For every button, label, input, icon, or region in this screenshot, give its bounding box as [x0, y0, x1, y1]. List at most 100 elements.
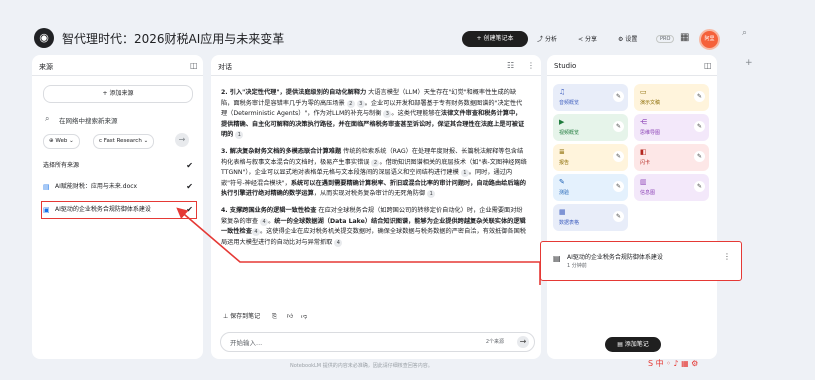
- studio-tile-label: 音频概览: [559, 100, 580, 106]
- more-icon[interactable]: ⋮: [527, 61, 535, 70]
- studio-tile[interactable]: ▥ 信息图 ✎: [634, 174, 709, 201]
- sources-header: 来源: [39, 63, 53, 71]
- analytics-button[interactable]: ⤴ 分析: [537, 34, 557, 43]
- chat-input-placeholder: 开始输入...: [230, 339, 263, 347]
- studio-tile-label: 数据表格: [559, 220, 580, 226]
- source-item-highlighted[interactable]: ▣ AI驱动的企业税务合规防御体系建设 ✔: [41, 201, 197, 219]
- settings-button[interactable]: ⚙ 设置: [618, 34, 637, 43]
- edit-icon[interactable]: ✎: [694, 121, 705, 132]
- edit-icon[interactable]: ✎: [613, 151, 624, 162]
- doc-icon: ▤: [43, 183, 50, 191]
- note-timestamp: 1 分钟前: [567, 263, 587, 269]
- citation-chip[interactable]: 1: [235, 131, 244, 140]
- notebook-title[interactable]: 智代理时代：2026财税AI应用与未来变革: [62, 30, 284, 47]
- save-to-note-button[interactable]: ⊥ 保存到笔记: [223, 313, 260, 320]
- settings-label: 设置: [625, 36, 638, 43]
- analytics-label: 分析: [544, 36, 557, 43]
- select-all-row[interactable]: 选择所有来源 ✔: [43, 159, 195, 173]
- search-icon: ⌕: [45, 114, 50, 123]
- checkbox-icon[interactable]: ✔: [186, 180, 193, 194]
- note-title: AI驱动的企业税务合规防御体系建设: [567, 254, 663, 261]
- edit-icon[interactable]: ✎: [694, 151, 705, 162]
- checkbox-icon[interactable]: ✔: [186, 203, 193, 217]
- add-note-button[interactable]: ▤ 添加笔记: [605, 337, 661, 352]
- notebooklm-logo-icon: ◉: [34, 28, 54, 48]
- studio-tile[interactable]: ✎ 测验 ✎: [553, 174, 628, 201]
- research-chip-label: Fast Research: [103, 138, 142, 144]
- pin-icon: ⊥: [223, 313, 229, 320]
- edit-icon[interactable]: ✎: [613, 211, 624, 222]
- audio-icon: ♫: [559, 88, 566, 96]
- note-icon: ▤: [553, 254, 561, 263]
- table-icon: ▦: [559, 208, 566, 216]
- copy-icon[interactable]: ⎘: [272, 313, 277, 320]
- divider: [32, 75, 203, 76]
- studio-tile[interactable]: ♫ 音频概览 ✎: [553, 84, 628, 111]
- tune-icon[interactable]: ☷: [507, 61, 514, 70]
- note-icon: ▣: [43, 206, 50, 214]
- studio-panel: Studio ◫ ♫ 音频概览 ✎ ▭ 演示文稿 ✎ ▶ 视频概览 ✎ ⋲ 思维导图 ✎ ≣ 报告 ✎ ◧ 闪卡…: [540, 55, 742, 359]
- citation-chip[interactable]: 1: [427, 190, 436, 199]
- citation-chip[interactable]: 4: [260, 217, 269, 226]
- edit-icon[interactable]: ✎: [613, 181, 624, 192]
- gear-icon: ⚙: [618, 36, 624, 43]
- source-count: 2个来源: [485, 339, 504, 345]
- send-button[interactable]: →: [517, 336, 529, 348]
- collapse-panel-icon[interactable]: ◫: [190, 61, 198, 70]
- thumbs-up-icon[interactable]: 👍︎: [287, 313, 293, 320]
- studio-tile[interactable]: ▦ 数据表格 ✎: [553, 204, 628, 231]
- edit-icon[interactable]: ✎: [613, 121, 624, 132]
- sources-panel: 来源 ◫ + 添加来源 ⌕ 在网络中搜索新来源 ⊕ Web ⌄ ᴄ Fast R…: [32, 55, 203, 359]
- studio-tile[interactable]: ≣ 报告 ✎: [553, 144, 628, 171]
- source-item[interactable]: ▤ AI赋能财税：应用与未来.docx ✔: [43, 180, 195, 194]
- citation-chip[interactable]: 2: [346, 99, 355, 108]
- pro-badge: PRO: [656, 35, 675, 43]
- globe-icon: ⊕: [49, 138, 54, 144]
- edit-icon[interactable]: ✎: [613, 91, 624, 102]
- avatar[interactable]: 阿里: [699, 29, 720, 50]
- edit-icon[interactable]: ✎: [694, 91, 705, 102]
- source-search-box[interactable]: ⌕ 在网络中搜索新来源 ⊕ Web ⌄ ᴄ Fast Research ⌄ →: [43, 112, 191, 160]
- studio-tile-label: 思维导图: [640, 130, 661, 136]
- research-chip[interactable]: ᴄ Fast Research ⌄: [93, 134, 155, 149]
- web-chip[interactable]: ⊕ Web ⌄: [43, 134, 80, 149]
- slides-icon: ▭: [640, 88, 647, 96]
- share-label: 分享: [584, 36, 597, 43]
- source-item-label: AI驱动的企业税务合规防御体系建设: [55, 206, 151, 213]
- studio-tile[interactable]: ◧ 闪卡 ✎: [634, 144, 709, 171]
- citation-chip[interactable]: 3: [356, 99, 365, 108]
- save-to-note-label: 保存到笔记: [230, 313, 261, 320]
- saved-note-card[interactable]: ▤ AI驱动的企业税务合规防御体系建设 1 分钟前 ⋮: [540, 241, 742, 281]
- chat-input[interactable]: 开始输入... 2个来源 →: [220, 332, 535, 352]
- source-search-input[interactable]: 在网络中搜索新来源: [59, 115, 118, 125]
- checkbox-icon[interactable]: ✔: [186, 159, 193, 173]
- web-chip-label: Web: [55, 138, 68, 144]
- studio-tile-label: 视频概览: [559, 130, 580, 136]
- mindmap-icon: ⋲: [640, 118, 647, 126]
- studio-tile[interactable]: ⋲ 思维导图 ✎: [634, 114, 709, 141]
- response-paragraph: 4. 支撑跨国业务的逻辑一致性检查 在应对全球税务合规（如跨国公司的转移定价自动…: [221, 206, 526, 247]
- studio-tile-label: 报告: [559, 160, 570, 166]
- video-icon: ▶: [559, 118, 565, 126]
- divider: [547, 75, 717, 76]
- citation-chip[interactable]: 1: [460, 169, 469, 178]
- edit-icon[interactable]: ✎: [694, 181, 705, 192]
- chevron-down-icon: ⌄: [69, 138, 74, 144]
- collapse-panel-icon[interactable]: ◫: [704, 61, 712, 70]
- search-submit-button[interactable]: →: [175, 133, 189, 147]
- citation-chip[interactable]: 4: [334, 238, 343, 247]
- citation-chip[interactable]: 4: [251, 228, 260, 237]
- more-icon[interactable]: ⋮: [723, 252, 731, 261]
- studio-tile-label: 闪卡: [640, 160, 651, 166]
- studio-tile[interactable]: ▶ 视频概览 ✎: [553, 114, 628, 141]
- add-icon[interactable]: +: [745, 58, 753, 68]
- studio-tile[interactable]: ▭ 演示文稿 ✎: [634, 84, 709, 111]
- note-add-icon: ▤: [617, 341, 623, 348]
- share-button[interactable]: ≺ 分享: [578, 34, 597, 43]
- chat-header: 对话: [218, 63, 232, 71]
- search-icon[interactable]: ⌕: [742, 28, 747, 38]
- apps-grid-icon[interactable]: ▦: [680, 32, 689, 43]
- thumbs-down-icon[interactable]: 👎︎: [301, 313, 307, 320]
- create-notebook-button[interactable]: + 创建笔记本: [462, 31, 528, 47]
- add-source-button[interactable]: + 添加来源: [43, 85, 193, 103]
